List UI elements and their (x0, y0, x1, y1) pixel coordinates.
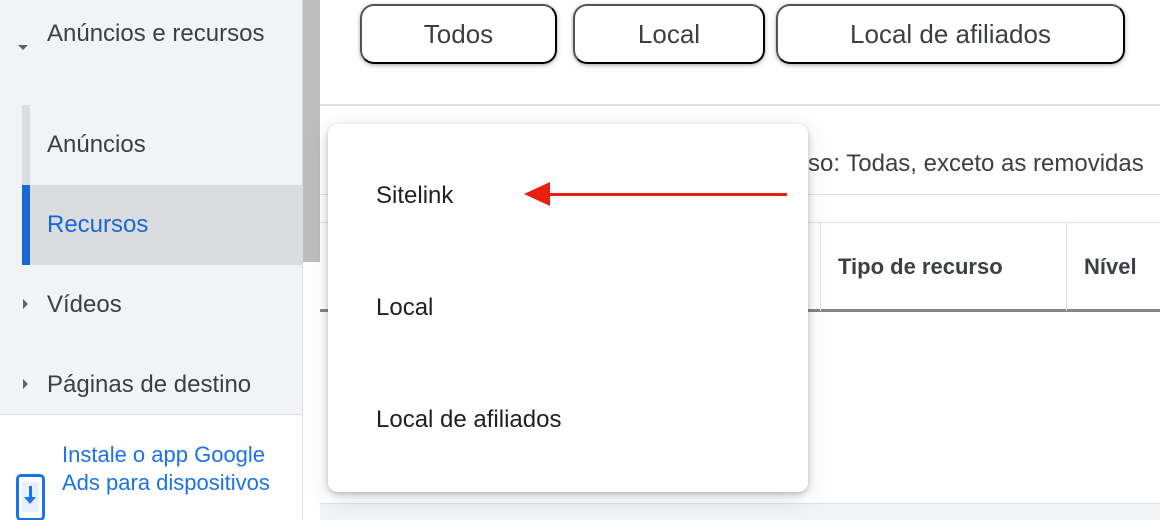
sidebar-item-label: Anúncios (47, 131, 146, 158)
column-header-level[interactable]: Nível (1084, 253, 1137, 281)
menu-item-label: Local (376, 294, 434, 321)
sidebar-item-assets[interactable]: Recursos (30, 185, 302, 265)
caret-right-icon (23, 299, 28, 309)
sidebar-item-videos[interactable]: Vídeos (0, 265, 302, 345)
column-separator (820, 223, 821, 311)
menu-item-local[interactable]: Local (328, 252, 808, 364)
chip-todos[interactable]: Todos (360, 4, 557, 64)
column-header-asset-type[interactable]: Tipo de recurso (838, 253, 1003, 281)
sidebar-group-label: Anúncios e recursos (47, 20, 265, 47)
sidebar: Anúncios e recursos Anúncios Recursos Ví… (0, 0, 303, 520)
asset-type-menu: Sitelink Local Local de afiliados (328, 124, 808, 492)
footer-strip (320, 504, 1160, 520)
sidebar-item-label: Recursos (47, 211, 149, 238)
active-indicator (22, 185, 30, 265)
red-arrow-icon (547, 193, 787, 196)
caret-down-icon (18, 45, 28, 50)
menu-item-local-de-afiliados[interactable]: Local de afiliados (328, 364, 808, 476)
column-separator (1066, 223, 1067, 311)
sidebar-item-label: Páginas de destino (47, 371, 252, 398)
menu-item-label: Local de afiliados (376, 406, 562, 433)
install-app-promo: Instale o app Google Ads para dispositiv… (0, 414, 302, 520)
arrow-head-icon (524, 182, 550, 206)
sidebar-item-ads[interactable]: Anúncios (30, 105, 302, 185)
install-app-link[interactable]: Instale o app Google Ads para dispositiv… (62, 441, 282, 497)
sidebar-item-label: Vídeos (47, 291, 122, 318)
menu-item-sitelink[interactable]: Sitelink (328, 140, 808, 252)
mobile-download-icon (16, 474, 45, 520)
menu-item-label: Sitelink (376, 182, 454, 209)
sidebar-group-ads-and-assets[interactable]: Anúncios e recursos (0, 0, 302, 105)
divider (320, 104, 1160, 106)
scroll-gap (303, 262, 320, 520)
chip-local-de-afiliados[interactable]: Local de afiliados (776, 4, 1125, 64)
status-filter[interactable]: so: Todas, exceto as removidas (808, 148, 1144, 180)
chip-local[interactable]: Local (573, 4, 765, 64)
sidebar-item-landing-pages[interactable]: Páginas de destino (0, 345, 302, 425)
caret-right-icon (23, 379, 28, 389)
